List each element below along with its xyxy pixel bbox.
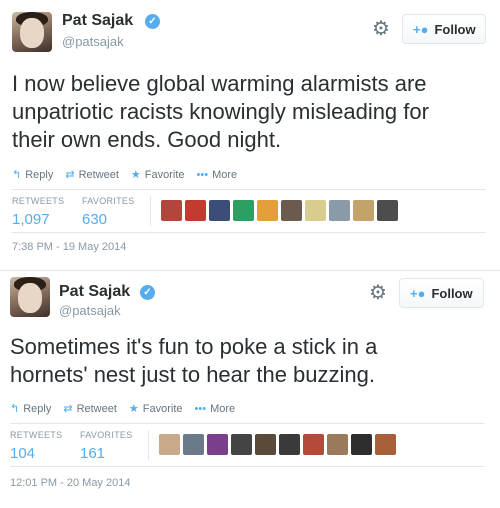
more-icon: ••• — [194, 402, 207, 415]
more-button[interactable]: ••• More — [195, 402, 236, 415]
favoriter-avatar[interactable] — [185, 200, 206, 221]
favorites-stat[interactable]: FAVORITES 161 — [80, 430, 133, 462]
tweet-timestamp[interactable]: 12:01 PM - 20 May 2014 — [10, 477, 130, 489]
favoriter-avatar[interactable] — [209, 200, 230, 221]
tweet-text: I now believe global warming alarmists a… — [12, 70, 429, 154]
more-button[interactable]: ••• More — [197, 168, 238, 181]
tweet-text-line: hornets' nest just to hear the buzzing. — [10, 362, 375, 387]
favoriter-avatar[interactable] — [375, 434, 396, 455]
follow-button[interactable]: +● Follow — [399, 278, 484, 308]
retweets-count: 104 — [10, 445, 36, 462]
tweet-card-1: Pat Sajak ✓ @patsajak ⚙ +● Follow I now … — [0, 0, 500, 262]
favorites-count: 161 — [80, 445, 106, 462]
tweet-stats: RETWEETS 1,097 FAVORITES 630 — [12, 189, 486, 233]
user-name[interactable]: Pat Sajak — [62, 12, 133, 30]
favorites-label: FAVORITES — [80, 430, 133, 440]
tweet-actions: ↰ Reply ⇄ Retweet ★ Favorite ••• More — [10, 402, 236, 416]
retweets-stat[interactable]: RETWEETS 1,097 — [12, 196, 64, 228]
favoriter-avatar[interactable] — [303, 434, 324, 455]
verified-badge-icon: ✓ — [145, 14, 160, 29]
retweets-label: RETWEETS — [12, 196, 65, 206]
favorite-icon: ★ — [130, 169, 141, 181]
follow-icon: +● — [413, 21, 429, 37]
favoriter-avatar[interactable] — [231, 434, 252, 455]
retweets-stat[interactable]: RETWEETS 104 — [10, 430, 62, 462]
avatar[interactable] — [10, 277, 50, 317]
favoriter-avatar[interactable] — [207, 434, 228, 455]
follow-label: Follow — [434, 21, 476, 37]
favoriter-avatar[interactable] — [329, 200, 350, 221]
favoriter-avatar[interactable] — [327, 434, 348, 455]
tweet-text: Sometimes it's fun to poke a stick in a … — [10, 333, 377, 389]
reply-icon: ↰ — [12, 169, 22, 181]
favoriter-avatar[interactable] — [281, 200, 302, 221]
favoriter-avatar[interactable] — [255, 434, 276, 455]
retweets-count: 1,097 — [12, 211, 50, 228]
tweet-text-line: Sometimes it's fun to poke a stick in a — [10, 334, 378, 359]
favoriter-avatar[interactable] — [351, 434, 372, 455]
favoriter-avatar[interactable] — [183, 434, 204, 455]
gear-icon[interactable]: ⚙ — [372, 19, 390, 39]
favorite-button[interactable]: ★ Favorite — [130, 168, 185, 182]
favorites-label: FAVORITES — [82, 196, 135, 206]
favoriter-avatar[interactable] — [159, 434, 180, 455]
tweet-card-2: Pat Sajak ✓ @patsajak ⚙ +● Follow Someti… — [0, 270, 500, 508]
user-handle[interactable]: @patsajak — [59, 303, 121, 318]
reply-icon: ↰ — [10, 403, 20, 415]
user-handle[interactable]: @patsajak — [62, 34, 124, 49]
gear-icon[interactable]: ⚙ — [369, 283, 387, 303]
favoriter-avatar[interactable] — [279, 434, 300, 455]
tweet-text-line: unpatriotic racists knowingly misleading… — [12, 99, 429, 124]
tweet-actions: ↰ Reply ⇄ Retweet ★ Favorite ••• More — [12, 168, 238, 182]
avatar[interactable] — [12, 12, 52, 52]
more-icon: ••• — [196, 168, 209, 181]
retweet-icon: ⇄ — [65, 169, 75, 181]
reply-button[interactable]: ↰ Reply — [12, 168, 53, 182]
verified-badge-icon: ✓ — [140, 285, 155, 300]
tweet-timestamp[interactable]: 7:38 PM - 19 May 2014 — [12, 241, 126, 253]
tweet-text-line: I now believe global warming alarmists a… — [12, 71, 427, 96]
retweet-button[interactable]: ⇄ Retweet — [63, 402, 117, 416]
retweets-label: RETWEETS — [10, 430, 63, 440]
favorite-icon: ★ — [128, 403, 139, 415]
favoriters-avatars — [161, 200, 398, 221]
favoriter-avatar[interactable] — [377, 200, 398, 221]
favoriter-avatar[interactable] — [257, 200, 278, 221]
user-name[interactable]: Pat Sajak — [59, 283, 130, 301]
favorites-count: 630 — [82, 211, 108, 228]
favoriter-avatar[interactable] — [353, 200, 374, 221]
favorite-button[interactable]: ★ Favorite — [128, 402, 183, 416]
favorites-stat[interactable]: FAVORITES 630 — [82, 196, 135, 228]
favoriters-avatars — [159, 434, 396, 455]
tweet-stats: RETWEETS 104 FAVORITES 161 — [10, 423, 484, 467]
favoriter-avatar[interactable] — [161, 200, 182, 221]
reply-button[interactable]: ↰ Reply — [10, 402, 51, 416]
follow-icon: +● — [410, 285, 426, 301]
retweet-button[interactable]: ⇄ Retweet — [65, 168, 119, 182]
favoriter-avatar[interactable] — [305, 200, 326, 221]
retweet-icon: ⇄ — [63, 403, 73, 415]
favoriter-avatar[interactable] — [233, 200, 254, 221]
follow-button[interactable]: +● Follow — [402, 14, 486, 44]
tweet-text-line: their own ends. Good night. — [12, 127, 282, 152]
follow-label: Follow — [431, 285, 473, 301]
